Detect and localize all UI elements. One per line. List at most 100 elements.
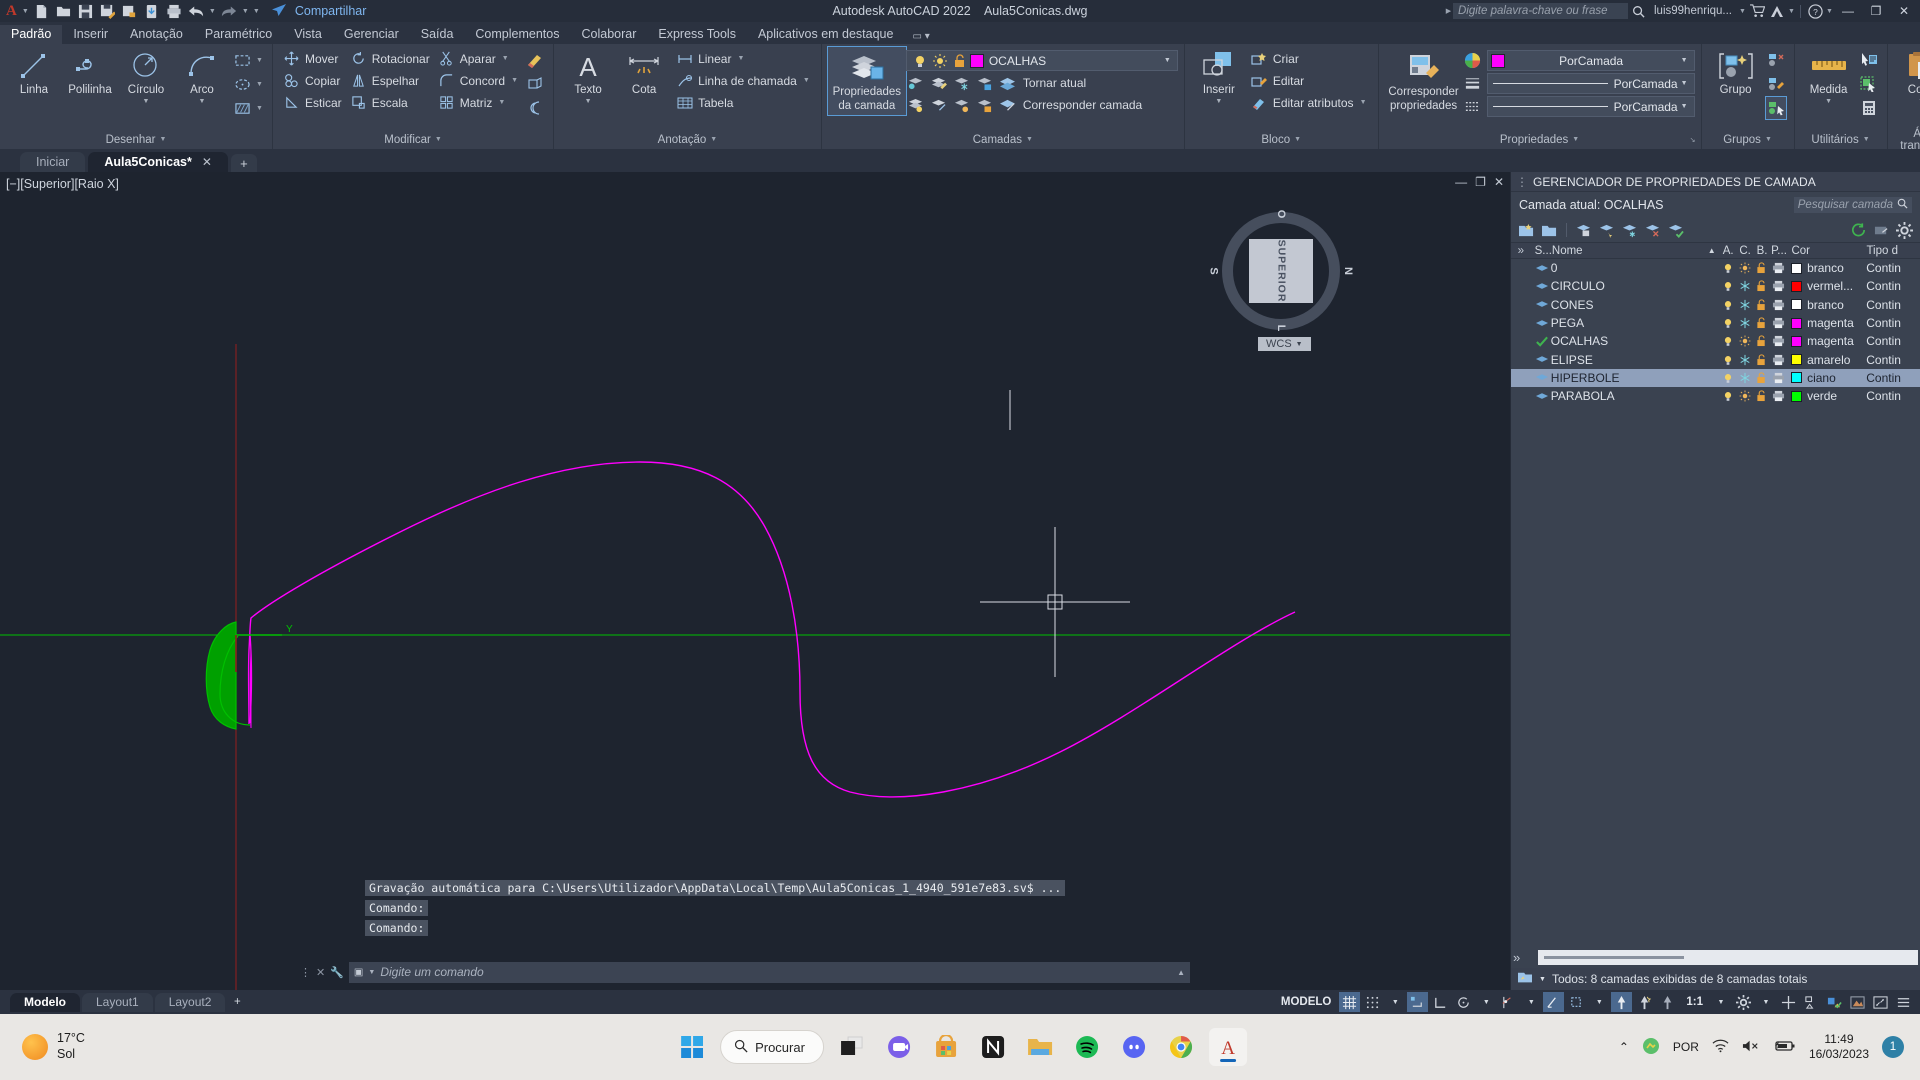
propriedades-dialog-launcher-icon[interactable]: ↘ bbox=[1690, 136, 1696, 144]
layer-color-cell[interactable]: ciano bbox=[1787, 371, 1866, 385]
block-edit-attributes-button[interactable]: Editar atributos ▼ bbox=[1247, 92, 1372, 113]
quick-select-icon[interactable] bbox=[1859, 50, 1879, 70]
layer-plot-icon[interactable] bbox=[1770, 299, 1787, 311]
modify-explode-row[interactable] bbox=[525, 73, 545, 95]
layer-plot-icon[interactable] bbox=[1770, 390, 1787, 402]
ribbon-tab-gerenciar[interactable]: Gerenciar bbox=[333, 25, 410, 44]
layer-freeze-icon[interactable] bbox=[1736, 280, 1753, 292]
make-current-label[interactable]: Tornar atual bbox=[1021, 76, 1086, 90]
layer-linetype[interactable]: Contin bbox=[1866, 261, 1920, 275]
layer-plot-icon[interactable] bbox=[1770, 317, 1787, 329]
layer-color-cell[interactable]: vermel... bbox=[1787, 279, 1866, 293]
annotation-dimension-button[interactable]: Cota bbox=[616, 47, 672, 99]
hardware-accel-toggle[interactable] bbox=[1778, 992, 1799, 1012]
layer-unlock-icon[interactable] bbox=[950, 51, 970, 71]
annotation-linear-button[interactable]: Linear ▼ bbox=[672, 48, 815, 69]
insert-block-chevron-icon[interactable]: ▼ bbox=[1215, 98, 1222, 105]
current-layer-color-swatch[interactable] bbox=[969, 53, 984, 68]
ribbon-tab-aplicativos[interactable]: Aplicativos em destaque bbox=[747, 25, 905, 44]
draw-circle-chevron-icon[interactable]: ▼ bbox=[143, 98, 150, 105]
save-as-icon[interactable] bbox=[98, 2, 118, 20]
match-layer-label[interactable]: Corresponder camada bbox=[1021, 98, 1142, 112]
redo-chevron-icon[interactable]: ▼ bbox=[241, 8, 250, 15]
group-edit-icon[interactable] bbox=[1766, 74, 1786, 94]
measure-button[interactable]: Medida ▼ bbox=[1801, 47, 1857, 107]
command-bar-grip-icon[interactable]: ⋮ bbox=[300, 966, 311, 979]
linetype-icon[interactable] bbox=[1463, 97, 1483, 117]
plot-preview-icon[interactable] bbox=[120, 2, 140, 20]
search-expand-chevron-icon[interactable]: ▶ bbox=[1444, 7, 1453, 15]
volume-muted-icon[interactable] bbox=[1742, 1039, 1761, 1056]
layout-tab-modelo[interactable]: Modelo bbox=[10, 992, 80, 1012]
minimize-button[interactable]: — bbox=[1834, 0, 1862, 22]
layout-tab-layout2[interactable]: Layout2 bbox=[154, 992, 226, 1012]
layer-lock-icon[interactable] bbox=[1753, 353, 1770, 366]
draw-circle-button[interactable]: Círculo ▼ bbox=[118, 47, 174, 107]
undo-icon[interactable] bbox=[186, 2, 206, 20]
current-layer-combo[interactable]: OCALHAS ▼ bbox=[905, 50, 1178, 71]
layer-filter-icon[interactable] bbox=[1517, 971, 1533, 988]
annotation-leader-button[interactable]: Linha de chamada ▼ bbox=[672, 70, 815, 91]
polar-chevron-icon[interactable]: ▼ bbox=[1476, 992, 1496, 1012]
undo-chevron-icon[interactable]: ▼ bbox=[208, 8, 217, 15]
command-bar-close-icon[interactable]: ✕ bbox=[316, 966, 325, 979]
autodesk-chevron-icon[interactable]: ▼ bbox=[1787, 8, 1796, 15]
layer-row[interactable]: PARABOLA verde Contin bbox=[1511, 387, 1920, 405]
col-nome[interactable]: Nome ▲ bbox=[1552, 245, 1720, 257]
rectangle-icon[interactable] bbox=[232, 50, 252, 70]
redo-icon[interactable] bbox=[219, 2, 239, 20]
layer-make-current-check-icon[interactable] bbox=[1666, 221, 1685, 240]
layer-plot-icon[interactable] bbox=[1770, 372, 1787, 384]
lineweight-chevron-icon[interactable]: ▼ bbox=[1678, 80, 1691, 87]
annotation-table-button[interactable]: Tabela bbox=[672, 92, 815, 113]
col-cor[interactable]: Cor bbox=[1787, 245, 1866, 257]
help-icon[interactable]: ? bbox=[1805, 2, 1825, 20]
draw-hatch-row[interactable]: ▼ bbox=[232, 97, 264, 119]
maximize-button[interactable]: ❐ bbox=[1862, 0, 1890, 22]
taskbar-search-button[interactable]: Procurar bbox=[720, 1030, 824, 1064]
set-current-layer-icon[interactable] bbox=[1597, 221, 1616, 240]
layer-lock-icon[interactable] bbox=[975, 73, 995, 93]
edit-attributes-chevron-icon[interactable]: ▼ bbox=[1359, 99, 1368, 106]
select-similar-row[interactable] bbox=[1859, 73, 1879, 95]
modify-rotate-button[interactable]: Rotacionar bbox=[346, 48, 434, 69]
layer-on-icon[interactable] bbox=[1719, 390, 1736, 402]
close-drawing-tab-icon[interactable]: ✕ bbox=[202, 155, 212, 169]
notification-badge[interactable]: 1 bbox=[1882, 1036, 1904, 1058]
dynamic-ucs-chevron-icon[interactable]: ▼ bbox=[1589, 992, 1609, 1012]
layer-delete-x-icon[interactable] bbox=[1643, 221, 1662, 240]
col-freeze[interactable]: C. bbox=[1737, 245, 1754, 257]
layer-on-icon[interactable] bbox=[1719, 372, 1736, 384]
layer-isolate-icon[interactable] bbox=[906, 73, 926, 93]
layer-plot-icon[interactable] bbox=[1770, 280, 1787, 292]
expand-filters-icon[interactable]: » bbox=[1511, 245, 1531, 257]
layer-new-icon[interactable] bbox=[929, 73, 949, 93]
save-icon[interactable] bbox=[76, 2, 96, 20]
layer-status-icon[interactable] bbox=[1531, 281, 1551, 292]
panel-title-grupos[interactable]: Grupos ▼ bbox=[1704, 130, 1792, 149]
trim-chevron-icon[interactable]: ▼ bbox=[501, 55, 510, 62]
layer-lock-icon[interactable] bbox=[1753, 390, 1770, 402]
view-cube-west-label[interactable]: O bbox=[1275, 210, 1287, 219]
modify-fillet-button[interactable]: Concord ▼ bbox=[434, 70, 523, 91]
layer-name[interactable]: CONES bbox=[1551, 298, 1719, 312]
drawing-canvas[interactable]: [−][Superior][Raio X] — ❐ ✕ Y SUPERIOR O… bbox=[0, 172, 1510, 990]
panel-title-desenhar[interactable]: Desenhar ▼ bbox=[2, 130, 270, 149]
quick-select-row[interactable] bbox=[1859, 49, 1879, 71]
draw-arc-chevron-icon[interactable]: ▼ bbox=[199, 98, 206, 105]
tray-app-icon[interactable] bbox=[1642, 1037, 1660, 1058]
block-create-button[interactable]: Criar bbox=[1247, 48, 1372, 69]
taskbar-clock[interactable]: 11:49 16/03/2023 bbox=[1809, 1032, 1869, 1062]
layer-color-cell[interactable]: branco bbox=[1787, 298, 1866, 312]
customization-toggle[interactable] bbox=[1893, 992, 1914, 1012]
delete-layer-icon[interactable] bbox=[1574, 221, 1593, 240]
layer-row[interactable]: CIRCULO vermel... Contin bbox=[1511, 277, 1920, 295]
panel-bloco-chevron-icon[interactable]: ▼ bbox=[1294, 136, 1301, 143]
draw-arc-button[interactable]: Arco ▼ bbox=[174, 47, 230, 107]
layer-linetype[interactable]: Contin bbox=[1866, 371, 1920, 385]
layer-freeze-icon[interactable] bbox=[1736, 390, 1753, 402]
wifi-icon[interactable] bbox=[1712, 1039, 1729, 1056]
layer-color-cell[interactable]: magenta bbox=[1787, 316, 1866, 330]
panel-title-propriedades[interactable]: Propriedades ▼ ↘ bbox=[1381, 130, 1699, 149]
ucs-selector-chevron-icon[interactable]: ▼ bbox=[1296, 341, 1303, 348]
